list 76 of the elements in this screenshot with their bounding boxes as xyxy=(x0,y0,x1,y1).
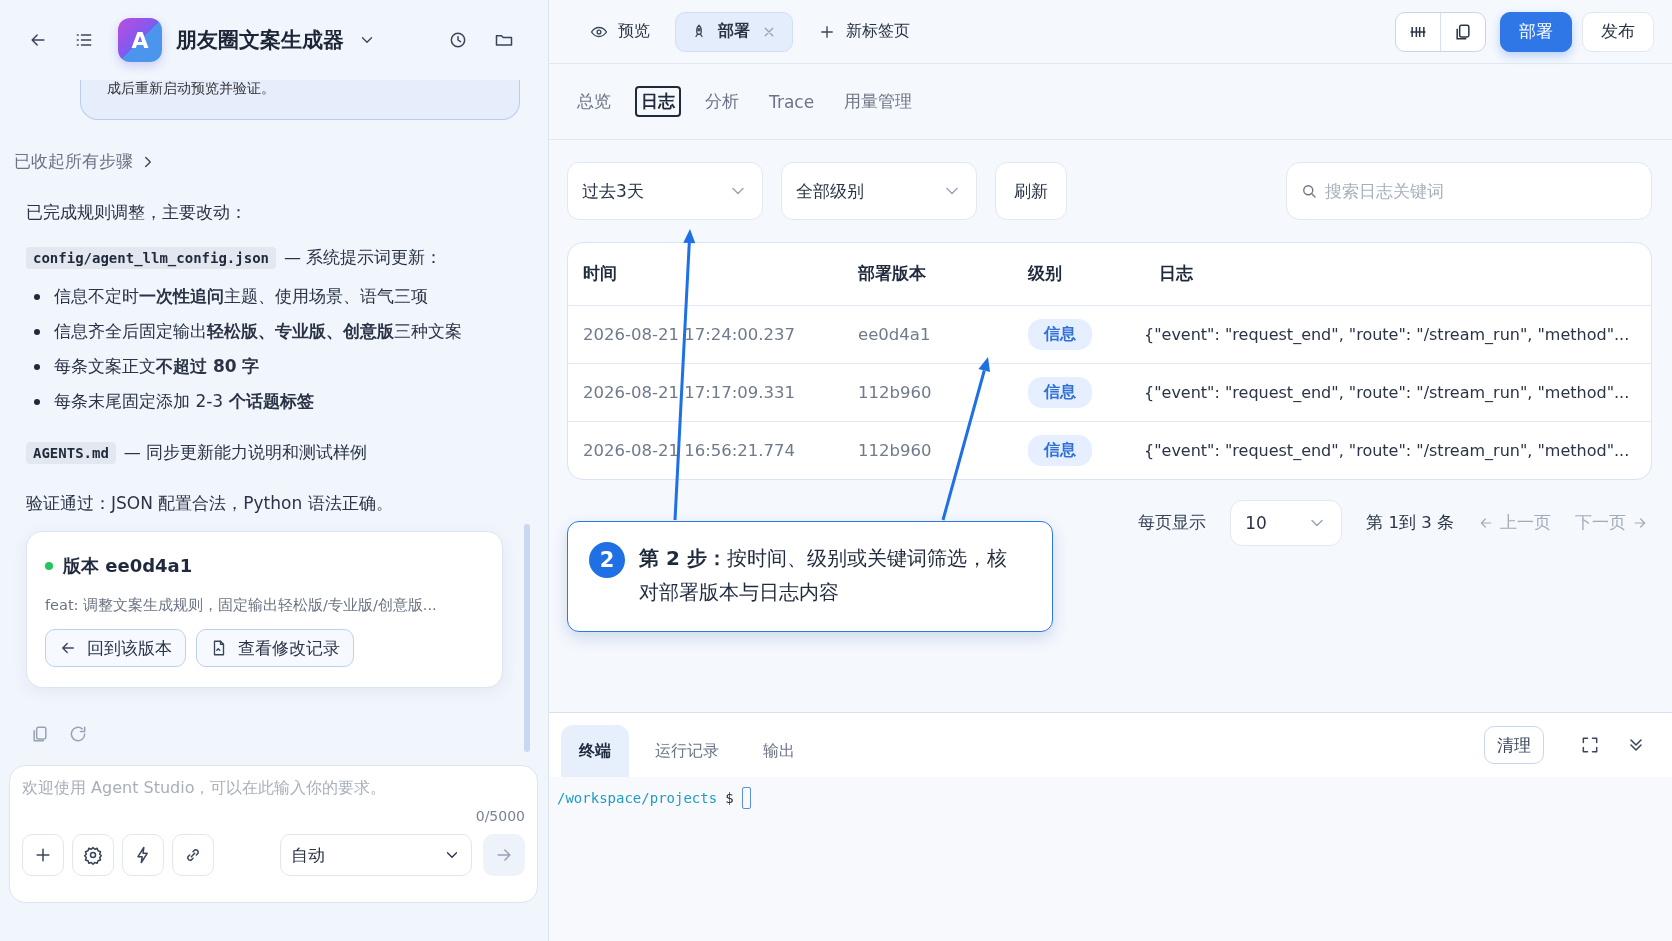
gear-icon xyxy=(83,845,103,865)
tab[interactable]: 运行记录 xyxy=(637,725,737,777)
level-tag: 信息 xyxy=(1028,377,1092,408)
app-title[interactable]: 朋友圈文案生成器 xyxy=(176,26,344,54)
primary-button[interactable]: 部署 xyxy=(1500,11,1572,52)
tab[interactable]: 输出 xyxy=(745,725,813,777)
tab[interactable]: 预览 xyxy=(575,11,665,52)
revert-button[interactable]: 回到该版本 xyxy=(45,629,186,667)
text-cursor xyxy=(741,787,751,809)
column-header: 日志 xyxy=(1158,263,1194,285)
step-number: 2 xyxy=(589,542,625,578)
bullet-text: 信息不定时一次性追问主题、使用场景、语气三项 xyxy=(54,285,428,308)
secondary-button[interactable]: 发布 xyxy=(1582,11,1654,52)
search-icon xyxy=(1300,182,1318,200)
terminal-prompt: $ xyxy=(725,790,734,806)
character-counter: 0/5000 xyxy=(474,808,525,824)
column-header: 时间 xyxy=(582,263,618,285)
link-button[interactable] xyxy=(172,834,214,876)
time-range-dropdown[interactable]: 过去3天 xyxy=(567,162,763,220)
message-text: 成后重新启动预览并验证。 xyxy=(107,80,275,98)
message-text: 验证通过：JSON 配置合法，Python 语法正确。 xyxy=(26,492,394,515)
add-button[interactable] xyxy=(22,834,64,876)
collapsed-steps-link[interactable]: 已收起所有步骤 xyxy=(14,150,157,173)
bullet-text: 每条文案正文不超过 80 字 xyxy=(54,355,260,378)
new-tab-button[interactable]: 新标签页 xyxy=(803,11,925,52)
commit-message: feat: 调整文案生成规则，固定输出轻松版/专业版/创意版... xyxy=(45,596,438,615)
tab[interactable]: Trace xyxy=(763,87,821,116)
page-range: 第 1到 3 条 xyxy=(1366,512,1454,534)
settings-button[interactable] xyxy=(72,834,114,876)
tab[interactable]: 部署 xyxy=(675,11,793,52)
bullet-text: 信息齐全后固定输出轻松版、专业版、创意版三种文案 xyxy=(54,320,462,343)
app-avatar: A xyxy=(118,18,162,62)
table-cell-text: 112b960 xyxy=(857,441,933,460)
table-cell-text: 2026-08-21 17:24:00.237 xyxy=(582,325,796,344)
bolt-button[interactable] xyxy=(122,834,164,876)
message-text: 已完成规则调整，主要改动： xyxy=(26,201,248,224)
tab[interactable]: 分析 xyxy=(699,86,745,117)
level-tag: 信息 xyxy=(1028,435,1092,466)
bullet-dot xyxy=(34,398,40,405)
refresh-button[interactable]: 刷新 xyxy=(995,162,1067,220)
scrollbar[interactable] xyxy=(524,524,530,752)
clear-button[interactable]: 清理 xyxy=(1484,726,1544,764)
page-size-label: 每页显示 xyxy=(1138,512,1207,534)
search-field[interactable]: 搜索日志关键词 xyxy=(1286,162,1652,220)
tab[interactable]: 总览 xyxy=(571,86,617,117)
mode-dropdown[interactable]: 自动 xyxy=(280,834,472,876)
column-header: 级别 xyxy=(1027,263,1063,285)
change-note: — 同步更新能力说明和测试样例 xyxy=(123,441,368,464)
version-title: 版本 ee0d4a1 xyxy=(63,554,193,578)
bullet-dot xyxy=(34,293,40,300)
bullet-dot xyxy=(34,363,40,370)
table-cell-text: ee0d4a1 xyxy=(857,325,932,344)
tab[interactable]: 终端 xyxy=(561,725,629,777)
page-size-dropdown[interactable]: 10 xyxy=(1230,500,1343,546)
view-changes-button[interactable]: 查看修改记录 xyxy=(196,629,354,667)
table-cell-text: 112b960 xyxy=(857,383,933,402)
level-dropdown[interactable]: 全部级别 xyxy=(781,162,977,220)
arrow-left-icon xyxy=(1478,515,1494,531)
table-cell-text: {"event": "request_end", "route": "/stream_run", "method"... xyxy=(1144,383,1631,402)
arrow-right-icon xyxy=(1632,515,1648,531)
level-tag: 信息 xyxy=(1028,319,1092,350)
change-note: — 系统提示词更新： xyxy=(284,246,443,269)
column-header: 部署版本 xyxy=(857,263,927,285)
terminal-path: /workspace/projects xyxy=(557,790,718,806)
table-cell-text: {"event": "request_end", "route": "/stream_run", "method"... xyxy=(1144,325,1631,344)
file-name: config/agent_llm_config.json xyxy=(26,246,276,269)
table-cell-text: 2026-08-21 16:56:21.774 xyxy=(582,441,796,460)
callout-text: 第 2 步：按时间、级别或关键词筛选，核对部署版本与日志内容 xyxy=(639,545,1008,606)
bullet-dot xyxy=(34,328,40,335)
status-dot xyxy=(45,562,53,570)
table-cell-text: {"event": "request_end", "route": "/stream_run", "method"... xyxy=(1144,441,1631,460)
table-cell-text: 2026-08-21 17:17:09.331 xyxy=(582,383,796,402)
tab[interactable]: 用量管理 xyxy=(838,86,919,117)
tab[interactable]: 日志 xyxy=(635,86,681,117)
file-name: AGENTS.md xyxy=(26,441,116,464)
bullet-text: 每条末尾固定添加 2-3 个话题标签 xyxy=(54,390,314,413)
